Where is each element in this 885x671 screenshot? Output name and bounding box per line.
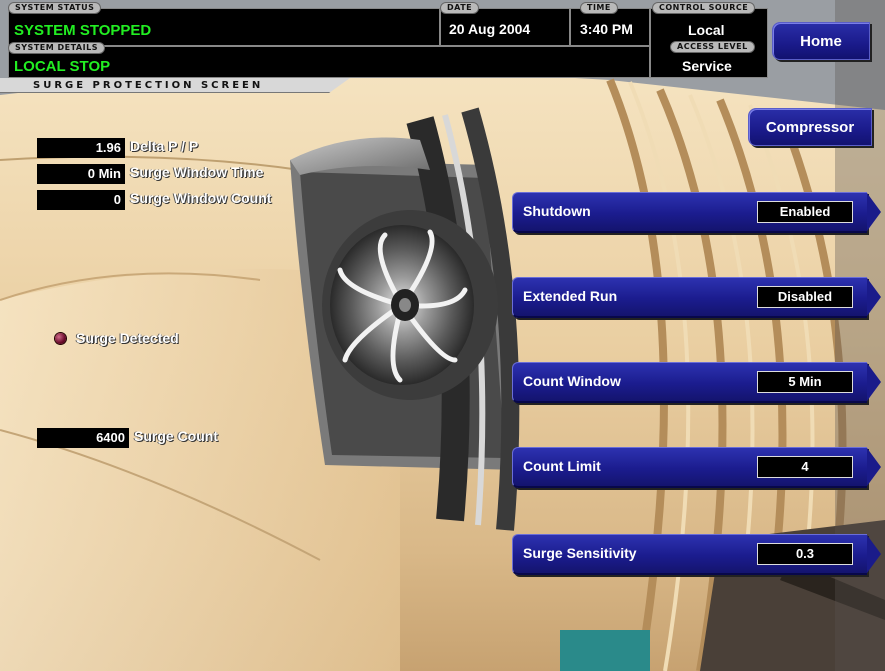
extended-run-setting-value: Disabled [757, 286, 853, 308]
surge-count-label: Surge Count [134, 428, 218, 444]
count-limit-setting-label: Count Limit [523, 458, 601, 474]
screen-title: SURGE PROTECTION SCREEN [33, 80, 264, 91]
count-window-setting-button[interactable]: Count Window 5 Min [512, 362, 881, 403]
extended-run-setting-label: Extended Run [523, 288, 618, 304]
shutdown-setting-label: Shutdown [523, 203, 591, 219]
access-level-label: ACCESS LEVEL [670, 41, 755, 53]
extended-run-setting-button[interactable]: Extended Run Disabled [512, 277, 881, 318]
compressor-button[interactable]: Compressor [748, 108, 872, 146]
control-source-label: CONTROL SOURCE [652, 2, 756, 14]
date-value: 20 Aug 2004 [449, 21, 531, 37]
time-value: 3:40 PM [580, 21, 633, 37]
surge-detected-label: Surge Detected [76, 330, 179, 346]
access-level-value: Service [682, 58, 732, 74]
surge-window-count-readout: 0 [37, 190, 125, 210]
surge-detected-led-icon [55, 333, 66, 344]
count-limit-setting-button[interactable]: Count Limit 4 [512, 447, 881, 488]
delta-p-label: Delta P / P [130, 138, 199, 154]
surge-window-count-label: Surge Window Count [130, 190, 272, 206]
system-details-label: SYSTEM DETAILS [8, 42, 105, 54]
shutdown-setting-value: Enabled [757, 201, 853, 223]
system-status-label: SYSTEM STATUS [8, 2, 102, 14]
count-window-setting-label: Count Window [523, 373, 621, 389]
compressor-button-label: Compressor [765, 118, 855, 136]
surge-count-readout: 6400 [37, 428, 129, 448]
system-status-value: SYSTEM STOPPED [14, 22, 152, 39]
surge-window-time-label: Surge Window Time [130, 164, 264, 180]
date-label: DATE [440, 2, 480, 14]
surge-sensitivity-setting-label: Surge Sensitivity [523, 545, 637, 561]
surge-sensitivity-setting-value: 0.3 [757, 543, 853, 565]
shutdown-setting-button[interactable]: Shutdown Enabled [512, 192, 881, 233]
count-limit-setting-value: 4 [757, 456, 853, 478]
home-button-label: Home [800, 32, 842, 50]
surge-window-time-readout: 0 Min [37, 164, 125, 184]
delta-p-readout: 1.96 [37, 138, 125, 158]
count-window-setting-value: 5 Min [757, 371, 853, 393]
control-source-value: Local [688, 22, 725, 38]
surge-sensitivity-setting-button[interactable]: Surge Sensitivity 0.3 [512, 534, 881, 575]
system-details-value: LOCAL STOP [14, 58, 111, 75]
time-label: TIME [580, 2, 618, 14]
home-button[interactable]: Home [772, 22, 870, 60]
